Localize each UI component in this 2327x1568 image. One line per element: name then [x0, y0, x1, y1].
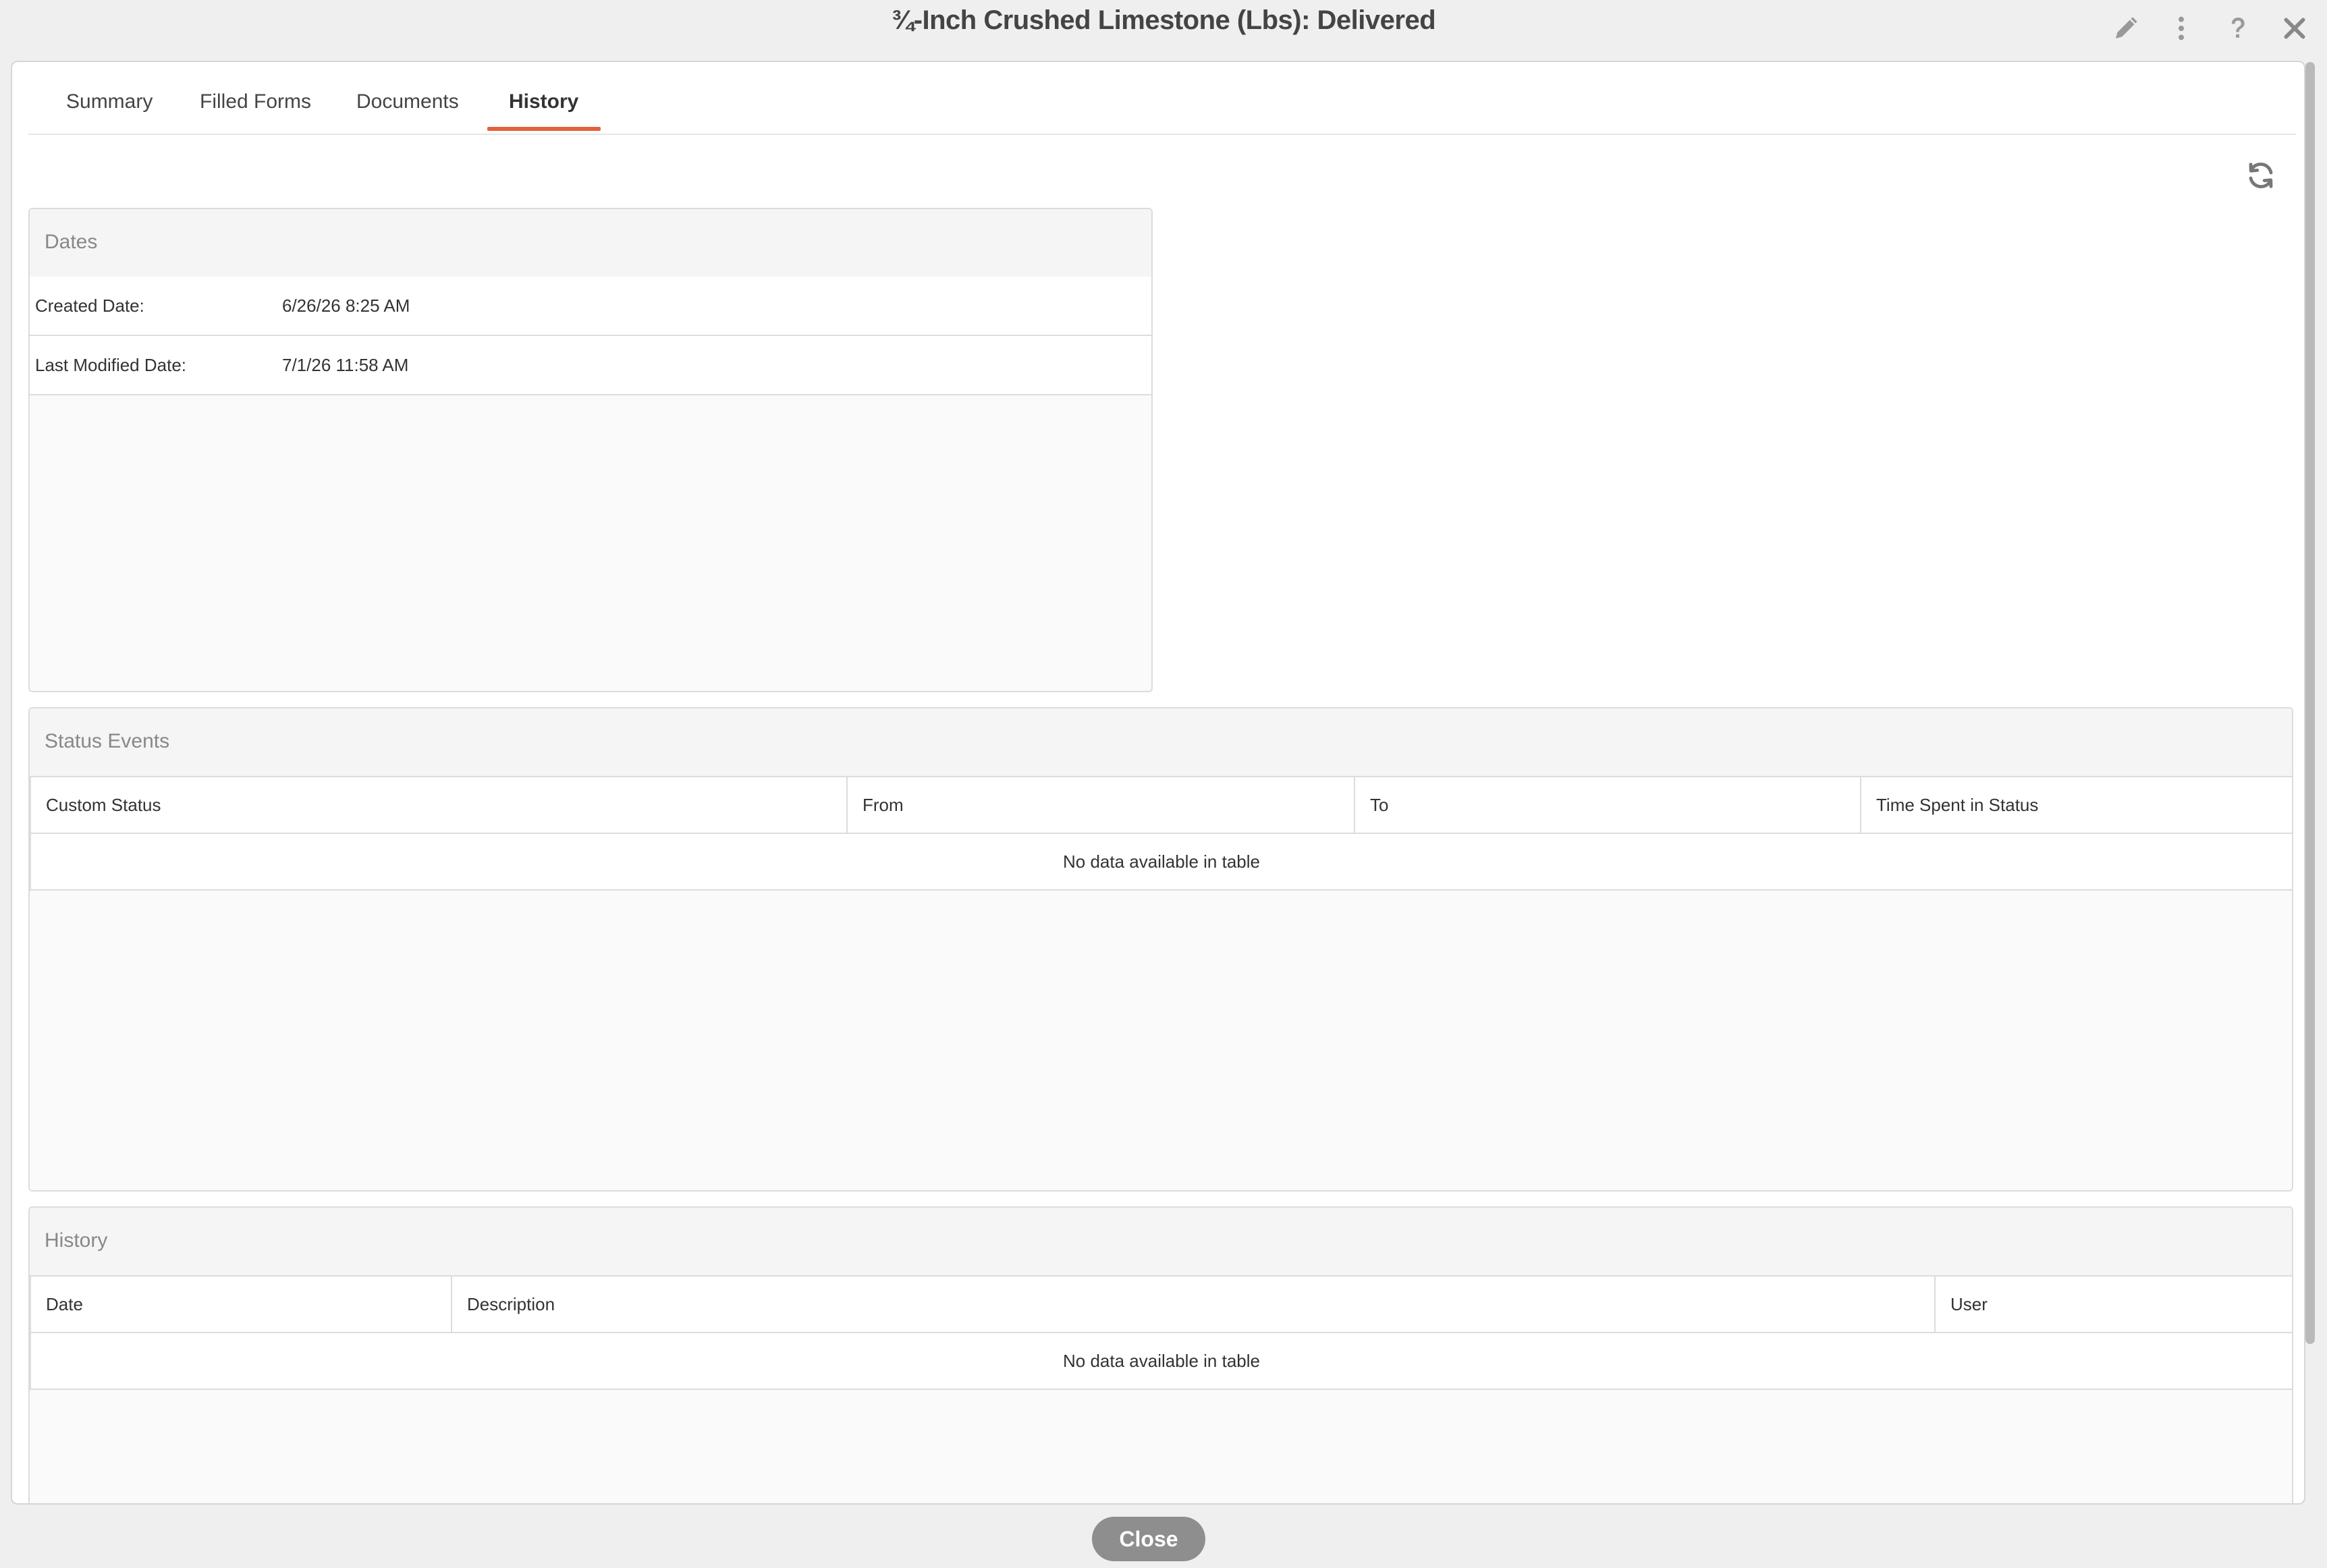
kebab-menu-icon[interactable] — [2162, 9, 2200, 47]
history-panel-header: History — [30, 1208, 2292, 1277]
title-bar: ¾-Inch Crushed Limestone (Lbs): Delivere… — [0, 0, 2327, 61]
column-header-time-spent[interactable]: Time Spent in Status — [1860, 776, 2292, 834]
column-header-description[interactable]: Description — [451, 1275, 1936, 1333]
status-events-table: Custom Status From To Time Spent in Stat… — [30, 776, 2292, 891]
column-header-date[interactable]: Date — [30, 1275, 452, 1333]
column-header-to[interactable]: To — [1354, 776, 1861, 834]
column-header-custom-status[interactable]: Custom Status — [30, 776, 848, 834]
status-events-header: Status Events — [30, 708, 2292, 777]
status-events-title: Status Events — [45, 730, 170, 752]
dialog-body: Summary Filled Forms Documents History D… — [11, 61, 2305, 1505]
pencil-icon[interactable] — [2107, 9, 2145, 47]
dates-panel-header: Dates — [30, 209, 1151, 278]
tab-summary[interactable]: Summary — [66, 90, 153, 113]
last-modified-date-row: Last Modified Date: 7/1/26 11:58 AM — [30, 336, 1151, 395]
dialog-title: ¾-Inch Crushed Limestone (Lbs): Delivere… — [891, 5, 1436, 35]
created-date-row: Created Date: 6/26/26 8:25 AM — [30, 277, 1151, 336]
status-events-empty-message: No data available in table — [30, 833, 2292, 891]
history-empty-message: No data available in table — [30, 1332, 2292, 1390]
tab-bar: Summary Filled Forms Documents History — [28, 62, 2296, 135]
question-mark-icon[interactable] — [2219, 9, 2257, 47]
tab-history[interactable]: History — [509, 90, 578, 113]
column-header-user[interactable]: User — [1934, 1275, 2292, 1333]
column-header-from[interactable]: From — [846, 776, 1355, 834]
vertical-scrollbar[interactable] — [2305, 62, 2315, 1344]
close-button[interactable]: Close — [1092, 1517, 1205, 1561]
last-modified-date-label: Last Modified Date: — [35, 355, 187, 375]
history-table: Date Description User No data available … — [30, 1275, 2292, 1390]
active-tab-indicator — [487, 127, 601, 131]
dates-panel: Dates Created Date: 6/26/26 8:25 AM Last… — [28, 208, 1153, 692]
history-panel: History Date Description User No data av… — [28, 1206, 2293, 1503]
close-x-icon[interactable] — [2276, 9, 2314, 47]
dates-panel-title: Dates — [45, 231, 98, 253]
status-events-panel: Status Events Custom Status From To Time… — [28, 707, 2293, 1192]
last-modified-date-value: 7/1/26 11:58 AM — [282, 355, 409, 375]
tab-documents[interactable]: Documents — [356, 90, 459, 113]
created-date-label: Created Date: — [35, 296, 144, 316]
created-date-value: 6/26/26 8:25 AM — [282, 296, 410, 316]
history-panel-title: History — [45, 1229, 108, 1252]
refresh-icon[interactable] — [2239, 154, 2282, 197]
tab-filled-forms[interactable]: Filled Forms — [200, 90, 311, 113]
